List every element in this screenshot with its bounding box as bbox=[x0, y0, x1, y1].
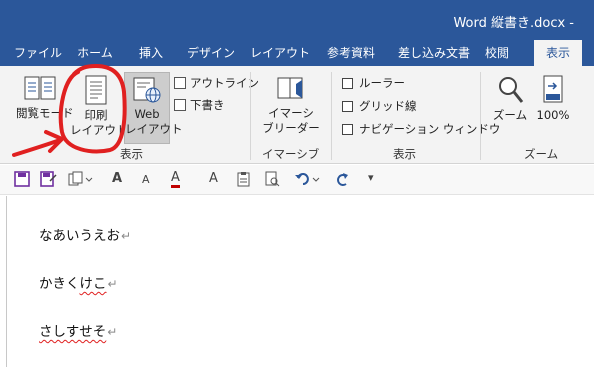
views-group-label: 表示 bbox=[120, 147, 143, 161]
zoom-100-button[interactable]: 100% bbox=[534, 74, 572, 123]
immersive-reader-icon bbox=[277, 77, 303, 99]
document-canvas[interactable]: なあいうえお↵ かきくけこ↵ さしすせそ↵ bbox=[0, 196, 594, 367]
paragraph-mark: ↵ bbox=[107, 277, 118, 291]
zoom-group-label: ズーム bbox=[524, 147, 559, 161]
font-shrink-icon[interactable]: A bbox=[142, 173, 150, 186]
doc-line-1-text: なあいうえお bbox=[39, 228, 120, 244]
page-edge bbox=[6, 196, 7, 367]
save-as-icon[interactable] bbox=[40, 171, 58, 191]
font-color-icon[interactable]: A bbox=[171, 171, 180, 188]
gridlines-checkbox-box[interactable] bbox=[342, 100, 353, 112]
title-bar: Word 縦書き.docx - bbox=[0, 0, 594, 40]
print-layout-label-1: 印刷 bbox=[84, 108, 108, 122]
ruler-checkbox[interactable]: ルーラー bbox=[342, 74, 405, 92]
nav-pane-checkbox-box[interactable] bbox=[342, 123, 353, 135]
read-mode-icon bbox=[24, 76, 56, 100]
zoom-label: ズーム bbox=[492, 108, 528, 122]
nav-pane-checkbox[interactable]: ナビゲーション ウィンドウ bbox=[342, 120, 500, 138]
group-divider bbox=[480, 72, 481, 160]
gridlines-checkbox[interactable]: グリッド線 bbox=[342, 97, 417, 115]
ruler-label: ルーラー bbox=[359, 76, 405, 90]
window-title: Word 縦書き.docx - bbox=[453, 16, 574, 31]
tab-insert[interactable]: 挿入 bbox=[132, 40, 170, 66]
tab-view[interactable]: 表示 bbox=[534, 40, 582, 66]
read-mode-label: 閲覧モード bbox=[16, 106, 74, 120]
doc-line-2-text: かきく bbox=[39, 276, 80, 292]
zoom-100-label: 100% bbox=[536, 108, 570, 122]
read-mode-button[interactable]: 閲覧モード bbox=[16, 74, 74, 121]
show-group-label: 表示 bbox=[393, 147, 416, 161]
gridlines-label: グリッド線 bbox=[359, 99, 417, 113]
tab-design[interactable]: デザイン bbox=[182, 40, 240, 66]
copy-icon[interactable] bbox=[68, 171, 94, 191]
zoom-100-icon bbox=[543, 75, 563, 103]
outline-button[interactable]: アウトライン bbox=[174, 74, 259, 92]
redo-icon[interactable] bbox=[334, 171, 350, 191]
draft-icon bbox=[174, 99, 186, 111]
web-layout-icon bbox=[133, 77, 161, 103]
ribbon-tab-bar: ファイル ホーム 挿入 デザイン レイアウト 参考資料 差し込み文書 校閲 表示 bbox=[0, 40, 594, 66]
quick-access-toolbar: A A A A ▾ bbox=[0, 165, 594, 195]
immersive-reader-button[interactable]: イマーシ ブリーダー bbox=[256, 74, 326, 136]
group-divider bbox=[331, 72, 332, 160]
web-layout-label-2: レイアウト bbox=[125, 122, 183, 136]
zoom-button[interactable]: ズーム bbox=[490, 74, 530, 123]
font-grow-icon[interactable]: A bbox=[112, 171, 122, 186]
draft-label: 下書き bbox=[190, 98, 225, 112]
immersive-group-label: イマーシブ bbox=[262, 147, 320, 161]
ruler-checkbox-box[interactable] bbox=[342, 77, 353, 89]
outline-label: アウトライン bbox=[190, 76, 259, 90]
tab-mailings[interactable]: 差し込み文書 bbox=[392, 40, 476, 66]
group-divider bbox=[250, 72, 251, 160]
paragraph-mark: ↵ bbox=[107, 325, 118, 339]
doc-line-2[interactable]: かきくけこ↵ bbox=[39, 272, 118, 292]
print-preview-icon[interactable] bbox=[264, 171, 280, 191]
magnifier-icon bbox=[499, 77, 524, 103]
print-layout-label-2: レイアウト bbox=[70, 123, 128, 137]
tab-references[interactable]: 参考資料 bbox=[320, 40, 382, 66]
web-layout-label-1: Web bbox=[134, 107, 160, 121]
doc-line-2-flagged-text: けこ bbox=[79, 276, 107, 292]
customize-icon[interactable]: ▾ bbox=[368, 171, 374, 184]
print-layout-button[interactable]: 印刷 レイアウト bbox=[70, 74, 128, 138]
clear-format-icon[interactable]: A bbox=[209, 171, 218, 186]
print-layout-icon bbox=[85, 75, 107, 105]
tab-review[interactable]: 校閲 bbox=[478, 40, 516, 66]
paragraph-mark: ↵ bbox=[121, 229, 132, 243]
tab-layout[interactable]: レイアウト bbox=[250, 40, 310, 66]
web-layout-button[interactable]: Web レイアウト bbox=[124, 72, 183, 144]
doc-line-3[interactable]: さしすせそ↵ bbox=[39, 320, 117, 340]
save-icon[interactable] bbox=[14, 171, 30, 191]
undo-icon[interactable] bbox=[294, 171, 322, 191]
doc-line-1[interactable]: なあいうえお↵ bbox=[39, 224, 131, 244]
tab-home[interactable]: ホーム bbox=[72, 40, 118, 66]
doc-line-3-flagged-text: さしすせそ bbox=[39, 324, 107, 340]
immersive-reader-label-2: ブリーダー bbox=[262, 121, 320, 135]
tab-file[interactable]: ファイル bbox=[12, 40, 64, 66]
immersive-reader-label-1: イマーシ bbox=[268, 106, 314, 120]
paste-special-icon[interactable] bbox=[236, 171, 252, 191]
ribbon: 閲覧モード 印刷 レイアウト Web レイアウト アウトライン 下書き 表示 イ… bbox=[0, 66, 594, 164]
draft-button[interactable]: 下書き bbox=[174, 96, 225, 114]
outline-icon bbox=[174, 77, 186, 89]
